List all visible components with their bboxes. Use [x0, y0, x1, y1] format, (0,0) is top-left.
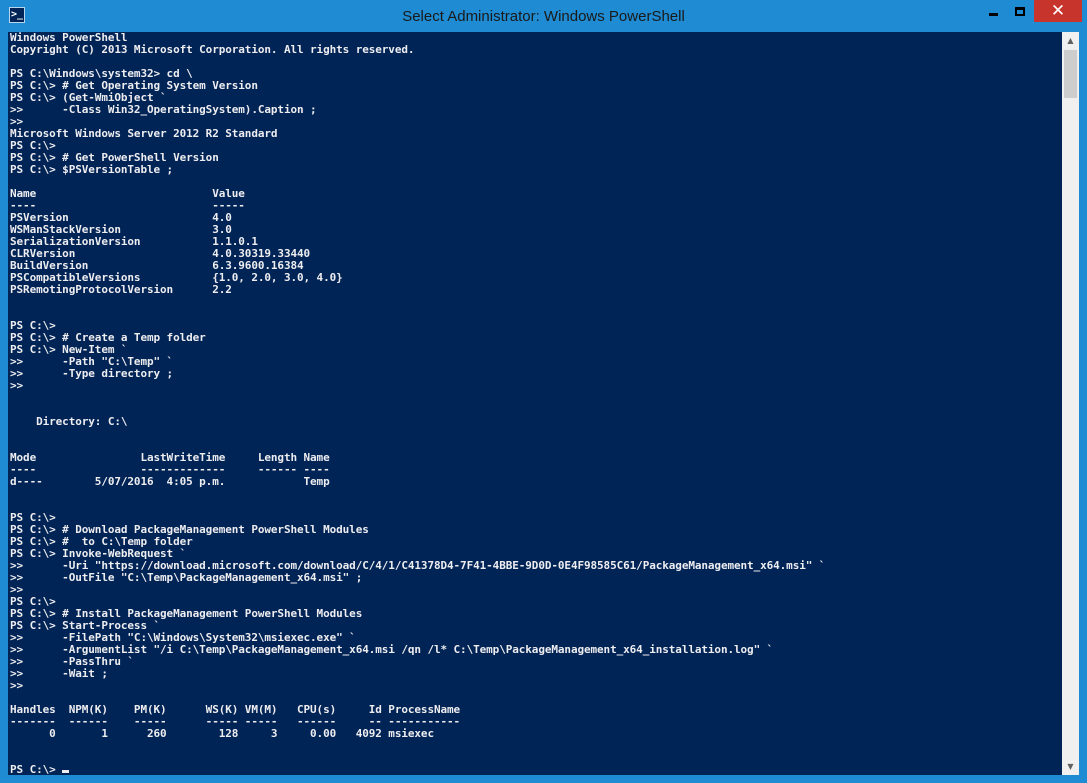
console-line: PS C:\> $PSVersionTable ; — [10, 163, 174, 176]
text-cursor — [62, 770, 70, 773]
console-text: Windows PowerShell Copyright (C) 2013 Mi… — [8, 32, 1062, 764]
maximize-icon — [1015, 6, 1025, 16]
console-line: >> -OutFile "C:\Temp\PackageManagement_x… — [10, 571, 363, 584]
minimize-button[interactable] — [979, 0, 1007, 22]
scroll-down-button[interactable]: ▼ — [1062, 758, 1079, 775]
title-bar[interactable]: >_ Select Administrator: Windows PowerSh… — [0, 0, 1087, 32]
arrow-down-icon: ▼ — [1067, 762, 1074, 771]
arrow-up-icon: ▲ — [1067, 36, 1074, 45]
minimize-icon — [988, 12, 998, 16]
console-output[interactable]: Windows PowerShell Copyright (C) 2013 Mi… — [8, 32, 1062, 775]
console-line: >> — [10, 379, 24, 392]
maximize-button[interactable] — [1007, 0, 1033, 22]
close-icon: ✕ — [1050, 0, 1066, 21]
console-line: d---- 5/07/2016 4:05 p.m. Temp — [10, 475, 330, 488]
powershell-window: >_ Select Administrator: Windows PowerSh… — [0, 0, 1087, 783]
console-line: >> -Wait ; — [10, 667, 108, 680]
window-title: Select Administrator: Windows PowerShell — [402, 8, 685, 25]
console-line: >> -Class Win32_OperatingSystem).Caption… — [10, 103, 317, 116]
scroll-up-button[interactable]: ▲ — [1062, 32, 1079, 49]
console-prompt-line[interactable]: PS C:\> — [8, 764, 1062, 775]
console-line: 0 1 260 128 3 0.00 4092 msiexec — [10, 727, 434, 740]
console-line: Directory: C:\ — [10, 415, 128, 428]
console-line: Copyright (C) 2013 Microsoft Corporation… — [10, 43, 415, 56]
console-line: >> -Type directory ; — [10, 367, 174, 380]
console-prompt: PS C:\> — [10, 763, 63, 776]
vertical-scrollbar[interactable]: ▲ ▼ — [1062, 32, 1079, 775]
close-button[interactable]: ✕ — [1034, 0, 1082, 22]
console-line: >> — [10, 679, 24, 692]
console-line: PSRemotingProtocolVersion 2.2 — [10, 283, 232, 296]
scroll-thumb[interactable] — [1064, 50, 1077, 98]
